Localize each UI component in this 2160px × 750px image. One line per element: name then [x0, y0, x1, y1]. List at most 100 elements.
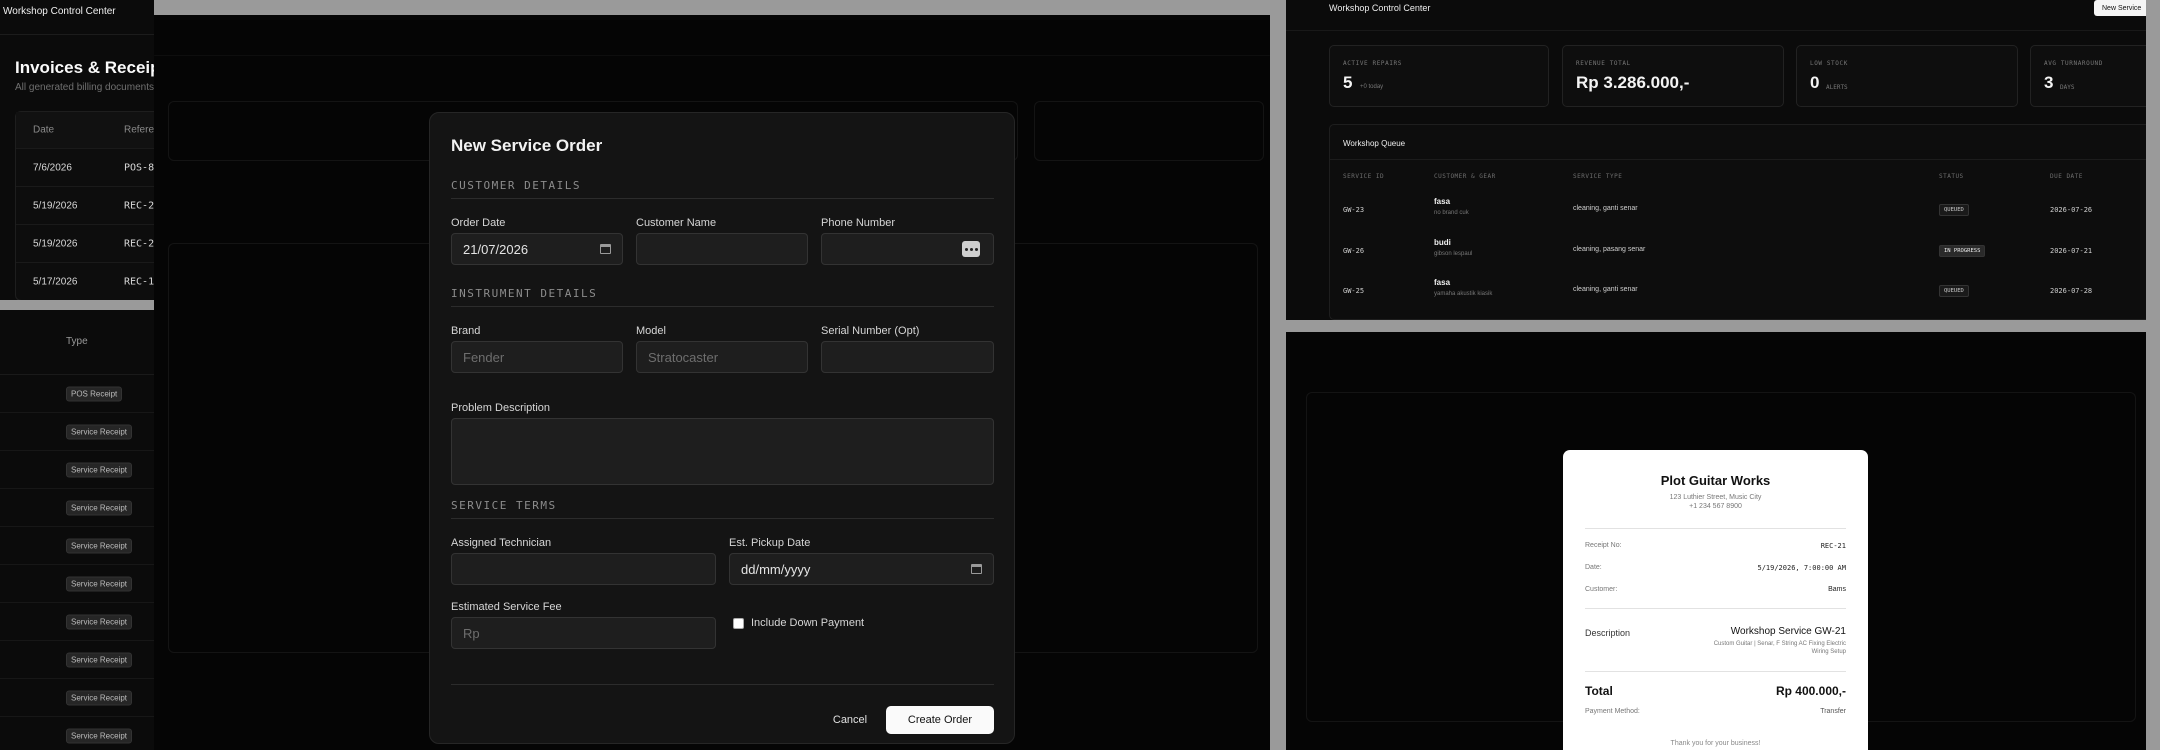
- column-header-date: Date: [33, 124, 55, 136]
- calendar-icon[interactable]: [600, 244, 611, 254]
- table-row[interactable]: 5/17/2026 REC-1: [16, 262, 154, 300]
- column-header-status: STATUS: [1939, 173, 1964, 180]
- problem-description-textarea[interactable]: [451, 418, 994, 485]
- date-label: Date:: [1585, 564, 1602, 571]
- stat-sub: DAYS: [2060, 84, 2075, 91]
- type-badge: Service Receipt: [66, 462, 133, 477]
- section-customer-details: CUSTOMER DETAILS: [451, 179, 581, 192]
- modal-title: New Service Order: [451, 136, 603, 155]
- table-row[interactable]: Service Receipt: [0, 527, 154, 565]
- phone-number-input[interactable]: [821, 233, 994, 265]
- type-badge: Service Receipt: [66, 614, 133, 629]
- header-divider: [0, 34, 154, 35]
- cell-service-id: GW-25: [1343, 287, 1365, 295]
- table-row[interactable]: Service Receipt: [0, 413, 154, 451]
- table-row[interactable]: Service Receipt: [0, 679, 154, 717]
- queue-divider: [1330, 159, 2146, 160]
- cell-gear: yamaha akustik kiasik: [1434, 291, 1493, 297]
- type-badge: Service Receipt: [66, 538, 133, 553]
- cell-service-id: GW-23: [1343, 206, 1365, 214]
- table-row[interactable]: Service Receipt: [0, 641, 154, 679]
- est-pickup-date-label: Est. Pickup Date: [729, 537, 811, 549]
- type-badge: Service Receipt: [66, 424, 133, 439]
- calendar-icon[interactable]: [971, 564, 982, 574]
- stat-key: LOW STOCK: [1810, 60, 1848, 67]
- cancel-button[interactable]: Cancel: [824, 706, 876, 733]
- app-brand: Workshop Control Center: [1329, 3, 1431, 13]
- payment-method-label: Payment Method:: [1585, 708, 1640, 715]
- estimated-service-fee-input[interactable]: Rp: [451, 617, 716, 649]
- new-service-order-modal: New Service Order CUSTOMER DETAILS Order…: [429, 112, 1015, 744]
- cell-due-date: 2026-07-21: [2050, 247, 2093, 255]
- column-header-service-type: SERVICE TYPE: [1573, 173, 1623, 180]
- stat-card-low-stock: LOW STOCK 0 ALERTS: [1796, 45, 2018, 107]
- include-down-payment-checkbox[interactable]: [733, 618, 744, 629]
- table-row[interactable]: POS Receipt: [0, 375, 154, 413]
- more-options-icon[interactable]: [962, 241, 980, 257]
- cell-service-type: cleaning, ganti senar: [1573, 205, 1638, 212]
- shop-phone: +1 234 567 8900: [1689, 503, 1742, 510]
- column-header-service-id: SERVICE ID: [1343, 173, 1385, 180]
- cell-customer-name: fasa: [1434, 197, 1451, 206]
- order-date-input[interactable]: 21/07/2026: [451, 233, 623, 265]
- app-brand: Workshop Control Center: [3, 6, 116, 17]
- assigned-technician-input[interactable]: [451, 553, 716, 585]
- table-row[interactable]: 5/19/2026 REC-2: [16, 186, 154, 224]
- receipt-card: Plot Guitar Works 123 Luthier Street, Mu…: [1563, 450, 1868, 750]
- table-row[interactable]: 5/19/2026 REC-2: [16, 224, 154, 262]
- customer-name-input[interactable]: [636, 233, 808, 265]
- brand-placeholder: Fender: [463, 349, 505, 365]
- section-divider: [451, 518, 994, 519]
- type-badge: Service Receipt: [66, 652, 133, 667]
- new-service-button[interactable]: New Service: [2094, 0, 2146, 16]
- create-order-button[interactable]: Create Order: [886, 706, 994, 734]
- stat-card-avg-turnaround: AVG TURNAROUND 3 DAYS: [2030, 45, 2146, 107]
- phone-number-label: Phone Number: [821, 217, 895, 229]
- column-header-reference: Referen: [124, 124, 154, 136]
- page-subtitle: All generated billing documents: [15, 82, 154, 93]
- table-row[interactable]: Service Receipt: [0, 565, 154, 603]
- cell-reference: REC-2: [124, 200, 154, 211]
- table-row[interactable]: Service Receipt: [0, 603, 154, 641]
- type-badge: Service Receipt: [66, 500, 133, 515]
- stat-key: ACTIVE REPAIRS: [1343, 60, 1402, 67]
- description-value: Workshop Service GW-21: [1730, 626, 1846, 637]
- stat-card-active-repairs: ACTIVE REPAIRS 5 +0 today: [1329, 45, 1549, 107]
- table-row[interactable]: Service Receipt: [0, 717, 154, 750]
- status-badge: QUEUED: [1939, 204, 1969, 216]
- stat-value: Rp 3.286.000,-: [1576, 73, 1690, 92]
- serial-number-label: Serial Number (Opt): [821, 325, 920, 337]
- include-down-payment-label[interactable]: Include Down Payment: [751, 617, 864, 629]
- stat-sub: +0 today: [1360, 84, 1384, 90]
- stat-key: REVENUE TOTAL: [1576, 60, 1631, 67]
- backdrop-divider: [154, 55, 1270, 56]
- invoices-panel: Workshop Control Center Invoices & Recei…: [0, 0, 154, 300]
- table-row[interactable]: 7/6/2026 POS-8: [16, 148, 154, 186]
- total-value: Rp 400.000,-: [1775, 684, 1846, 698]
- stat-key: AVG TURNAROUND: [2044, 60, 2103, 67]
- serial-number-input[interactable]: [821, 341, 994, 373]
- cell-service-id: GW-26: [1343, 247, 1365, 255]
- cell-due-date: 2026-07-26: [2050, 206, 2093, 214]
- receipt-no-value: REC-21: [1820, 542, 1846, 550]
- column-header-type: Type: [66, 336, 88, 347]
- table-row[interactable]: Service Receipt: [0, 489, 154, 527]
- stat-value: 5: [1343, 73, 1353, 92]
- customer-name-label: Customer Name: [636, 217, 717, 229]
- stat-value: 3: [2044, 73, 2054, 92]
- table-row[interactable]: Service Receipt: [0, 451, 154, 489]
- column-header-customer-gear: CUSTOMER & GEAR: [1434, 173, 1496, 180]
- est-pickup-date-input[interactable]: dd/mm/yyyy: [729, 553, 994, 585]
- assigned-technician-label: Assigned Technician: [451, 537, 552, 549]
- cell-reference: REC-1: [124, 276, 154, 287]
- order-date-label: Order Date: [451, 217, 506, 229]
- brand-input[interactable]: Fender: [451, 341, 623, 373]
- section-divider: [451, 198, 994, 199]
- model-input[interactable]: Stratocaster: [636, 341, 808, 373]
- receipt-no-label: Receipt No:: [1585, 542, 1622, 549]
- cell-date: 5/19/2026: [33, 200, 78, 211]
- table-header-row: Type: [0, 310, 154, 375]
- status-badge: IN PROGRESS: [1939, 245, 1986, 257]
- invoices-table: Date Referen 7/6/2026 POS-8 5/19/2026 RE…: [15, 111, 154, 300]
- backdrop-card: [1034, 101, 1264, 161]
